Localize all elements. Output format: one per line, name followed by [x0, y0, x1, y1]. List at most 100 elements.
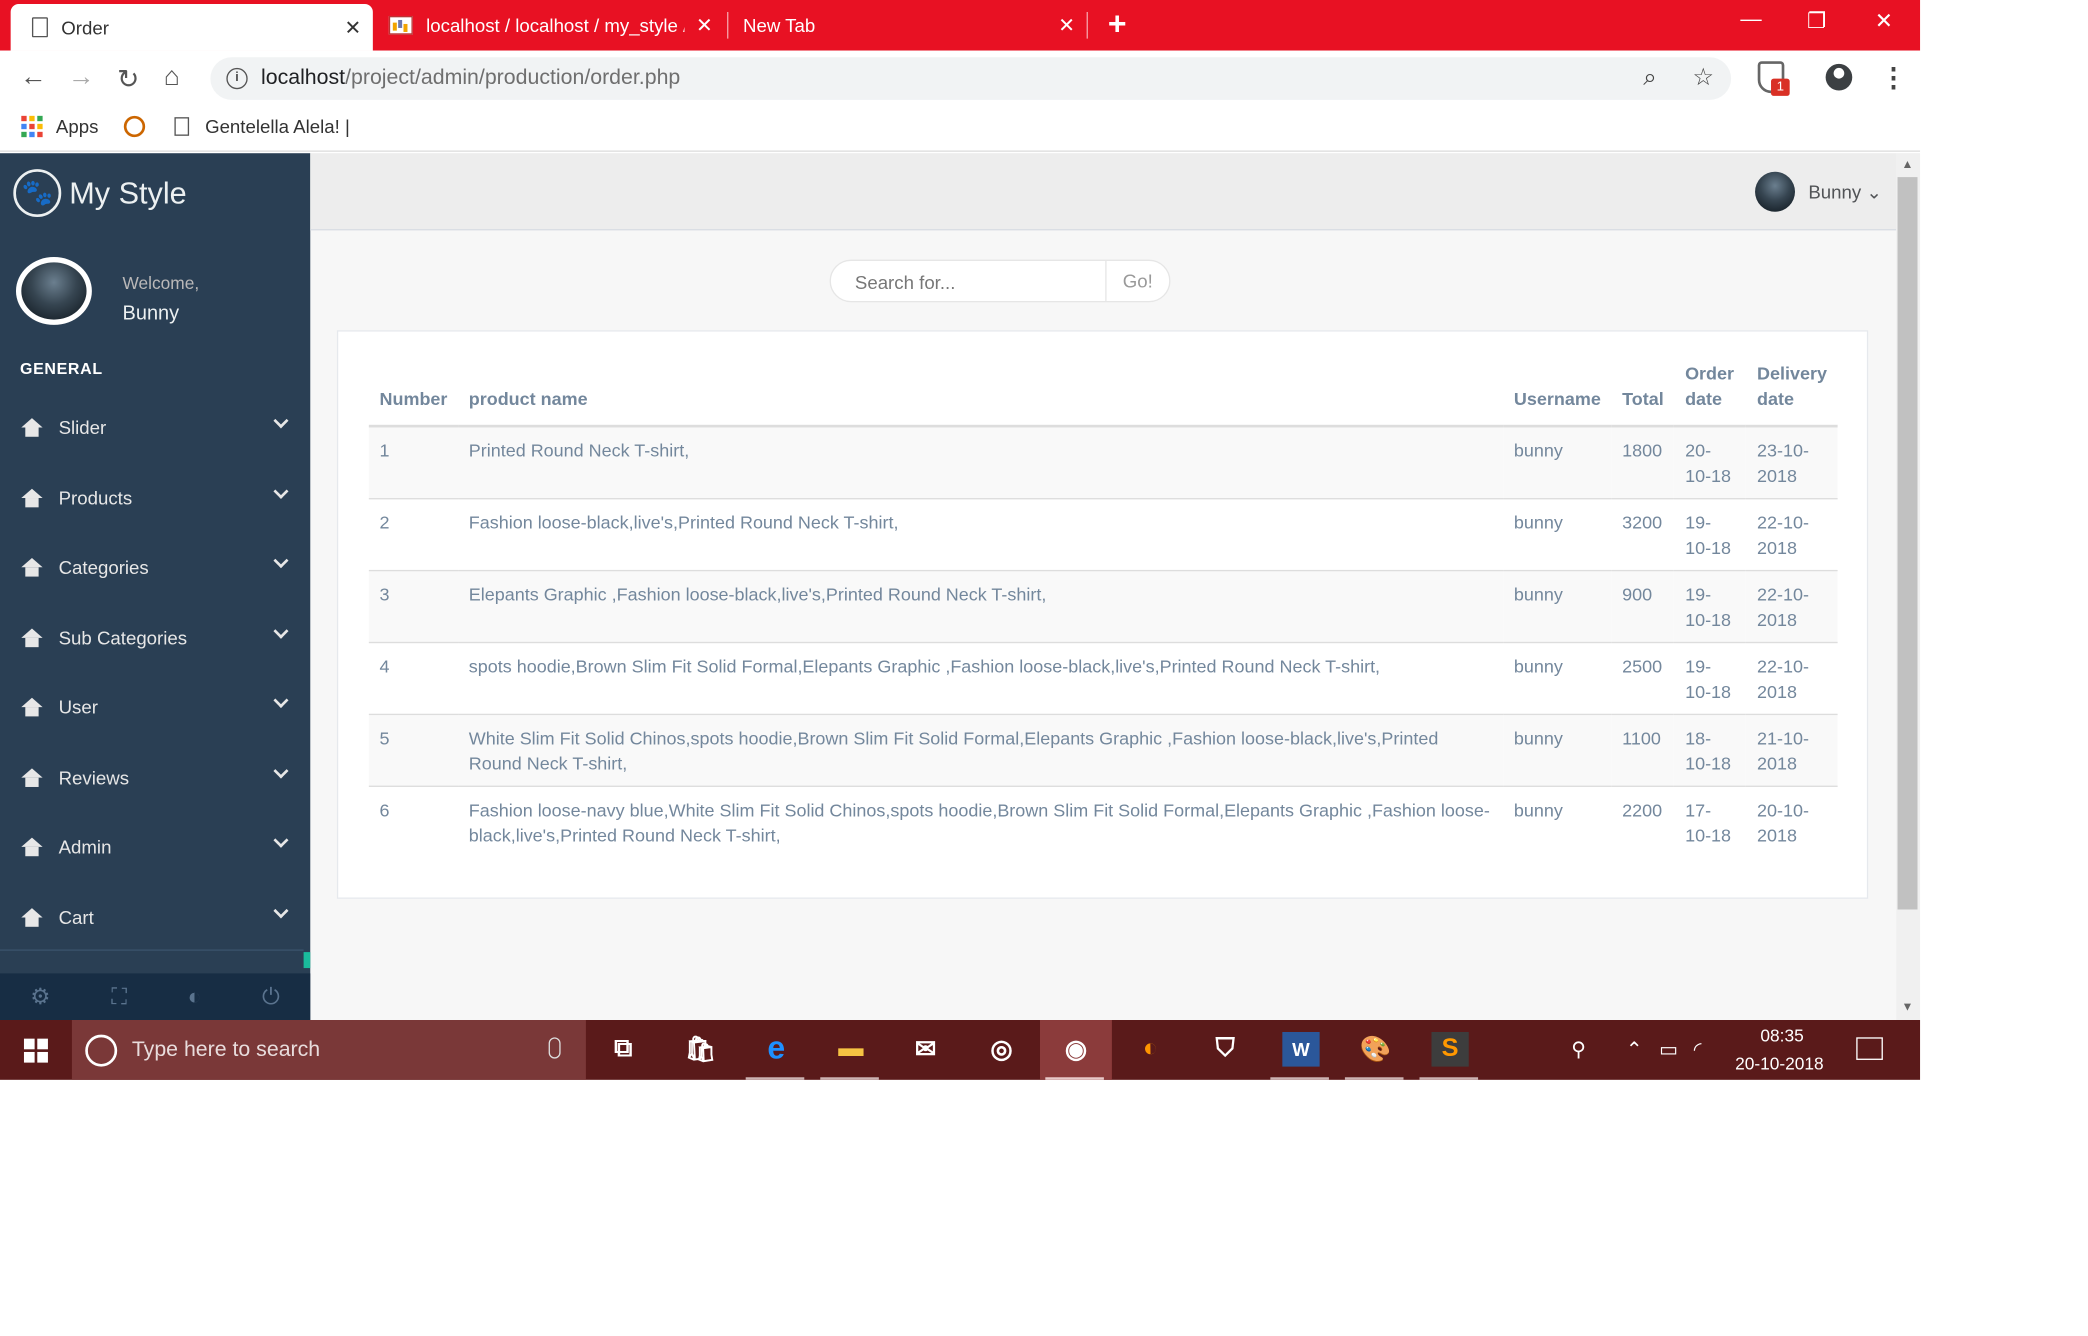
sidebar-item-label: Slider — [58, 417, 107, 439]
scroll-up-arrow-icon[interactable]: ▲ — [1902, 157, 1914, 170]
taskbar-search[interactable]: Type here to search — [71, 1020, 586, 1080]
cell-order-date: 20-10-18 — [1674, 426, 1747, 500]
home-icon — [21, 628, 43, 647]
security-shield-icon[interactable]: ⛉ — [1206, 1032, 1243, 1067]
url-text[interactable]: localhost/project/admin/production/order… — [261, 67, 680, 91]
forward-arrow-icon[interactable]: → — [68, 63, 95, 94]
brand[interactable]: 🐾 My Style — [13, 169, 187, 218]
home-icon — [21, 698, 43, 717]
side-menu: Slider Products Categories Sub Categorie… — [0, 393, 310, 952]
tab-order[interactable]: Order ✕ — [10, 3, 373, 51]
search-input[interactable] — [854, 268, 1102, 296]
tab-close-icon[interactable]: ✕ — [333, 15, 373, 40]
battery-icon[interactable]: ▭ — [1659, 1037, 1678, 1062]
paint-icon[interactable]: 🎨 — [1357, 1032, 1394, 1067]
sidebar-item-slider[interactable]: Slider — [0, 393, 310, 463]
running-indicator — [1419, 1077, 1479, 1080]
sidebar-item-categories[interactable]: Categories — [0, 533, 310, 603]
address-bar[interactable]: i localhost/project/admin/production/ord… — [210, 57, 1732, 100]
avatar[interactable] — [1755, 171, 1795, 212]
clock-date[interactable]: 20-10-2018 — [1735, 1053, 1824, 1073]
scroll-down-arrow-icon[interactable]: ▼ — [1902, 1000, 1914, 1013]
cell-username: bunny — [1503, 570, 1612, 644]
sidebar-item-reviews[interactable]: Reviews — [0, 742, 310, 812]
store-icon[interactable]: 🛍 — [682, 1032, 719, 1067]
cell-order-date: 18-10-18 — [1674, 714, 1747, 787]
cell-delivery-date: 20-10-2018 — [1756, 800, 1809, 846]
sidebar-item-user[interactable]: User — [0, 672, 310, 742]
back-arrow-icon[interactable]: ← — [20, 63, 47, 94]
window-close-button[interactable]: ✕ — [1875, 8, 1893, 35]
bookmarks-bar: Apps Gentelella Alela! | — [0, 106, 1921, 152]
table-header-row: Number product name Username Total Order… — [368, 360, 1838, 428]
document-icon — [31, 17, 48, 38]
chevron-up-icon[interactable]: ⌃ — [1626, 1037, 1643, 1062]
tab-close-icon[interactable]: ✕ — [1047, 13, 1087, 38]
running-indicator — [1270, 1077, 1329, 1080]
avatar — [15, 256, 92, 325]
home-icon — [21, 558, 43, 577]
cell-total: 1800 — [1611, 426, 1675, 500]
photos-app-icon[interactable]: ◎ — [983, 1032, 1020, 1067]
gear-icon[interactable]: ⚙ — [30, 983, 50, 1010]
task-view-icon[interactable]: ⧉ — [605, 1032, 642, 1067]
notification-icon[interactable] — [1856, 1037, 1883, 1060]
home-icon — [21, 418, 43, 438]
tab-strip: Order ✕ localhost / localhost / my_style… — [0, 0, 1921, 51]
chrome-icon[interactable]: ◉ — [1057, 1032, 1094, 1067]
cell-username: bunny — [1503, 714, 1612, 787]
cortana-icon — [85, 1034, 118, 1067]
sidebar-item-cart[interactable]: Cart — [0, 882, 310, 952]
minimize-button[interactable]: — — [1740, 8, 1761, 32]
user-menu[interactable]: Bunny ⌄ — [1808, 181, 1882, 204]
phpmyadmin-icon — [388, 15, 413, 35]
profile-icon[interactable] — [1825, 63, 1853, 91]
new-tab-button[interactable]: + — [1108, 7, 1127, 44]
sidebar-item-products[interactable]: Products — [0, 463, 310, 533]
cell-total: 2200 — [1622, 800, 1663, 821]
cell-number: 3 — [368, 570, 459, 644]
table-row: 1 Printed Round Neck T-shirt, bunny 1800… — [368, 426, 1838, 500]
home-icon — [21, 907, 43, 927]
table-row: 3 Elepants Graphic ,Fashion loose-black,… — [368, 570, 1838, 644]
sidebar-item-admin[interactable]: Admin — [0, 812, 310, 882]
tab-phpmyadmin[interactable]: localhost / localhost / my_style / ✕ — [376, 0, 729, 51]
wifi-icon[interactable]: ◜ — [1694, 1037, 1702, 1062]
tab-new-tab[interactable]: New Tab ✕ — [730, 0, 1088, 51]
home-icon — [21, 488, 43, 508]
microphone-icon[interactable] — [548, 1037, 561, 1059]
power-icon[interactable]: ⏻ — [262, 983, 280, 1010]
clock-time[interactable]: 08:35 — [1760, 1025, 1803, 1045]
scrollbar-thumb[interactable] — [1897, 177, 1918, 910]
people-icon[interactable]: ⚲ — [1571, 1037, 1586, 1062]
reload-icon[interactable]: ↻ — [117, 63, 139, 96]
sidebar-item-sub-categories[interactable]: Sub Categories — [0, 603, 310, 673]
running-indicator — [1045, 1077, 1104, 1080]
fullscreen-icon[interactable]: ⛶ — [111, 983, 127, 1010]
word-icon[interactable]: W — [1282, 1031, 1320, 1067]
firefox-icon[interactable]: ◐ — [1132, 1032, 1169, 1067]
eye-slash-icon[interactable]: ◐ — [188, 983, 202, 1010]
info-icon[interactable]: i — [226, 67, 248, 90]
kebab-menu-icon[interactable]: ⋮ — [1880, 61, 1907, 94]
cell-product: Elepants Graphic ,Fashion loose-black,li… — [458, 570, 1504, 644]
mail-icon[interactable]: ✉ — [907, 1032, 944, 1067]
edge-icon[interactable]: e — [758, 1031, 795, 1067]
cell-username: bunny — [1503, 498, 1612, 572]
extension-badge: 1 — [1771, 78, 1790, 96]
windows-logo-icon — [23, 1037, 48, 1062]
bookmark-gentelella[interactable]: Gentelella Alela! | — [174, 116, 350, 137]
table-row: 4 spots hoodie,Brown Slim Fit Solid Form… — [368, 642, 1838, 716]
bookmark-apps[interactable]: Apps — [21, 115, 98, 138]
tab-close-icon[interactable]: ✕ — [684, 13, 724, 38]
restore-button[interactable]: ❐ — [1807, 8, 1826, 35]
file-explorer-icon[interactable]: ▬ — [832, 1032, 869, 1067]
bookmark-q[interactable] — [123, 115, 167, 138]
star-icon[interactable]: ☆ — [1692, 64, 1713, 92]
go-button[interactable]: Go! — [1105, 260, 1169, 301]
zoom-icon[interactable]: ⌕ — [1643, 64, 1656, 92]
home-icon — [21, 837, 43, 857]
start-button[interactable] — [0, 1020, 72, 1080]
home-icon[interactable]: ⌂ — [164, 63, 180, 94]
sublime-text-icon[interactable]: S — [1431, 1031, 1469, 1067]
